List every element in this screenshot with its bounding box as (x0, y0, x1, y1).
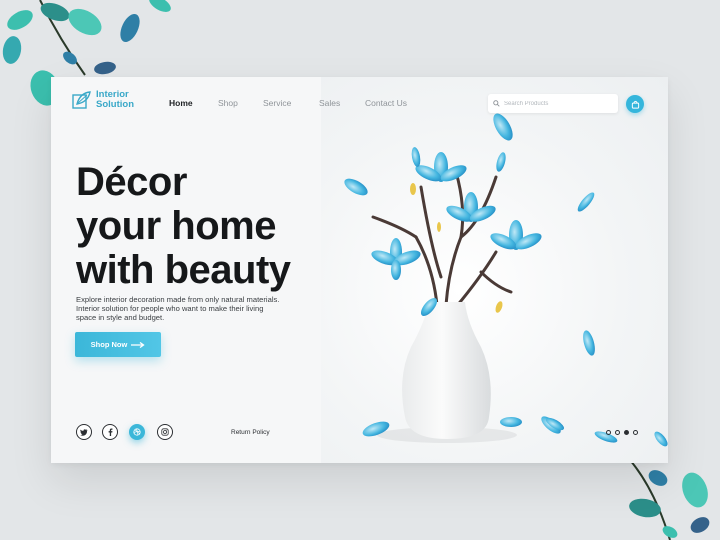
nav-sales[interactable]: Sales (319, 98, 340, 108)
arrow-right-icon (131, 341, 145, 348)
shop-now-button[interactable]: Shop Now (75, 332, 161, 357)
nav-service[interactable]: Service (263, 98, 291, 108)
hero-description: Explore interior decoration made from on… (76, 295, 316, 323)
shop-now-label: Shop Now (90, 340, 128, 349)
twitter-button[interactable] (76, 424, 92, 440)
headline-line: your home (76, 204, 276, 248)
brand-logo[interactable]: Interior Solution (72, 90, 134, 110)
pager-dot[interactable] (633, 430, 638, 435)
headline-line: Décor (76, 160, 187, 204)
brand-name: Interior Solution (96, 89, 134, 110)
leaf-logo-icon (72, 91, 91, 109)
instagram-button[interactable] (157, 424, 173, 440)
pager-dot-active[interactable] (624, 430, 629, 435)
hero-headline: Décor your home with beauty (76, 160, 376, 292)
shopping-bag-icon (631, 100, 639, 109)
description-line: Interior solution for people who want to… (76, 304, 264, 314)
dribbble-icon (133, 428, 141, 436)
slide-pager (606, 430, 642, 435)
pager-dot[interactable] (615, 430, 620, 435)
return-policy-link[interactable]: Return Policy (231, 429, 270, 436)
search-box (488, 94, 618, 113)
instagram-icon (161, 428, 169, 436)
nav-contact-us[interactable]: Contact Us (365, 98, 407, 108)
facebook-button[interactable] (102, 424, 118, 440)
dribbble-button[interactable] (129, 424, 145, 440)
search-icon (493, 100, 500, 107)
pager-dot[interactable] (606, 430, 611, 435)
description-line: space in style and budget. (76, 313, 165, 323)
headline-line: with beauty (76, 248, 291, 292)
search-input[interactable] (504, 100, 604, 107)
nav-shop[interactable]: Shop (218, 98, 238, 108)
description-line: Explore interior decoration made from on… (76, 295, 280, 304)
facebook-icon (108, 428, 112, 436)
landing-page-card: Interior Solution Home Shop Service Sale… (51, 77, 668, 463)
twitter-icon (80, 428, 88, 436)
cart-button[interactable] (626, 95, 644, 113)
nav-home[interactable]: Home (169, 98, 193, 108)
